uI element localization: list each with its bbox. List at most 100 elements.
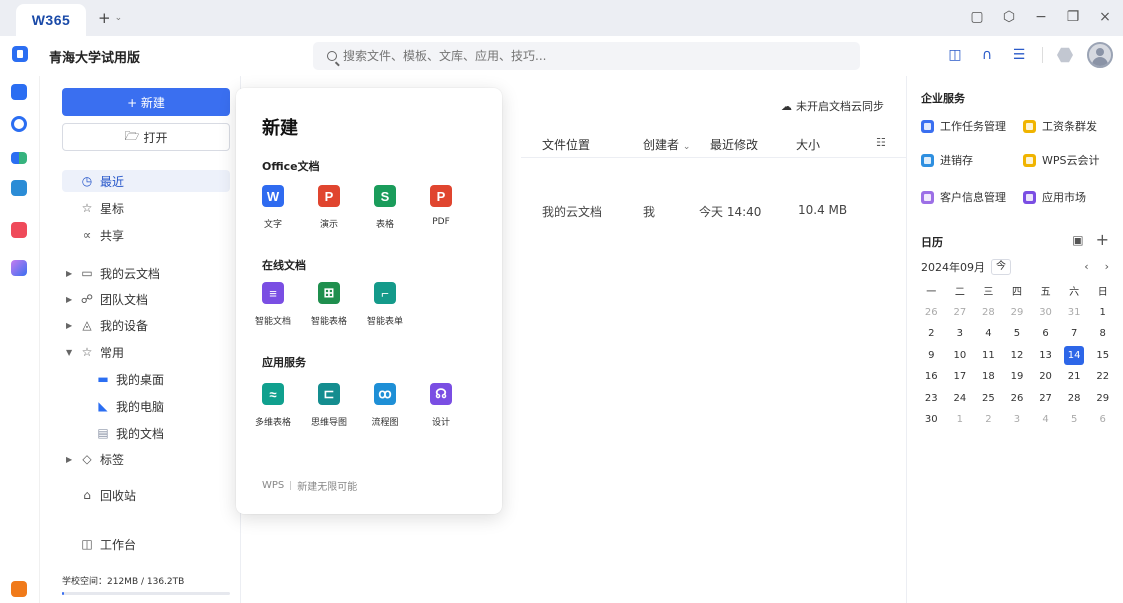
- new-office-app[interactable]: S 表格: [355, 185, 415, 230]
- calendar-day[interactable]: 5: [1060, 409, 1089, 431]
- calendar-day[interactable]: 1: [946, 409, 975, 431]
- calendar-day-today[interactable]: 14: [1060, 345, 1089, 367]
- calendar-day[interactable]: 11: [974, 345, 1003, 367]
- calendar-day[interactable]: 21: [1060, 366, 1089, 388]
- calendar-day[interactable]: 30: [1031, 302, 1060, 324]
- sidebar-item-documents[interactable]: ▤ 我的文档: [62, 422, 230, 444]
- calendar-day[interactable]: 28: [974, 302, 1003, 324]
- calendar-day[interactable]: 1: [1088, 302, 1117, 324]
- calendar-day[interactable]: 12: [1003, 345, 1032, 367]
- column-creator[interactable]: 创建者 ⌄: [643, 136, 690, 153]
- column-settings-icon[interactable]: ☷: [876, 136, 886, 149]
- chevron-right-icon[interactable]: ›: [1105, 260, 1109, 273]
- calendar-day[interactable]: 2: [917, 323, 946, 345]
- calendar-day[interactable]: 26: [1003, 388, 1032, 410]
- calendar-day[interactable]: 17: [946, 366, 975, 388]
- calendar-view-icon[interactable]: ▣: [1072, 233, 1083, 247]
- home-tab[interactable]: W365: [16, 4, 86, 36]
- calendar-day[interactable]: 27: [1031, 388, 1060, 410]
- cube-icon[interactable]: ⬡: [1001, 9, 1017, 25]
- calendar-day[interactable]: 6: [1031, 323, 1060, 345]
- calendar-day[interactable]: 5: [1003, 323, 1032, 345]
- new-office-app[interactable]: P 演示: [299, 185, 359, 230]
- calendar-day[interactable]: 22: [1088, 366, 1117, 388]
- calendar-day[interactable]: 13: [1031, 345, 1060, 367]
- search-input[interactable]: [343, 49, 823, 63]
- calendar-day[interactable]: 30: [917, 409, 946, 431]
- feedback-app-icon[interactable]: [11, 581, 27, 597]
- new-service-app[interactable]: ☊ 设计: [411, 383, 471, 428]
- workspace-name[interactable]: 青海大学试用版: [49, 47, 140, 66]
- calendar-day[interactable]: 8: [1088, 323, 1117, 345]
- add-event-icon[interactable]: +: [1096, 230, 1109, 249]
- new-online-app[interactable]: ⌐ 智能表单: [355, 282, 415, 327]
- caret-down-icon[interactable]: ▼: [66, 348, 74, 357]
- calendar-day[interactable]: 10: [946, 345, 975, 367]
- calendar-day[interactable]: 20: [1031, 366, 1060, 388]
- minimize-icon[interactable]: −: [1033, 9, 1049, 25]
- sidebar-item-recent[interactable]: ◷ 最近: [62, 170, 230, 192]
- new-button[interactable]: + 新建: [62, 88, 230, 116]
- new-office-app[interactable]: W 文字: [243, 185, 303, 230]
- sidebar-item-shared[interactable]: ∝ 共享: [62, 224, 230, 246]
- service-cloud-accounting[interactable]: WPS云会计: [1023, 152, 1100, 168]
- caret-right-icon[interactable]: ▶: [66, 269, 74, 278]
- service-task-management[interactable]: 工作任务管理: [921, 118, 1006, 134]
- sidebar-item-starred[interactable]: ☆ 星标: [62, 197, 230, 219]
- today-button[interactable]: 今: [991, 259, 1011, 275]
- open-button[interactable]: 🗁 打开: [62, 123, 230, 151]
- new-online-app[interactable]: ≡ 智能文档: [243, 282, 303, 327]
- column-location[interactable]: 文件位置: [542, 136, 590, 153]
- calendar-day[interactable]: 9: [917, 345, 946, 367]
- calendar-day[interactable]: 2: [974, 409, 1003, 431]
- calendar-day[interactable]: 15: [1088, 345, 1117, 367]
- sidebar-item-workbench[interactable]: ◫ 工作台: [62, 533, 230, 555]
- calendar-day[interactable]: 29: [1003, 302, 1032, 324]
- layout-icon[interactable]: ◫: [946, 46, 964, 64]
- sync-status[interactable]: ☁ 未开启文档云同步: [781, 98, 884, 114]
- new-office-app[interactable]: P PDF: [411, 185, 471, 227]
- service-app-market[interactable]: 应用市场: [1023, 189, 1086, 205]
- calendar-day[interactable]: 28: [1060, 388, 1089, 410]
- calendar-day[interactable]: 7: [1060, 323, 1089, 345]
- calendar-day[interactable]: 25: [974, 388, 1003, 410]
- calendar-day[interactable]: 6: [1088, 409, 1117, 431]
- calendar-day[interactable]: 3: [1003, 409, 1032, 431]
- sidebar-item-recycle[interactable]: ⌂ 回收站: [62, 484, 230, 506]
- column-size[interactable]: 大小: [796, 136, 820, 153]
- caret-right-icon[interactable]: ▶: [66, 295, 74, 304]
- service-inventory[interactable]: 进销存: [921, 152, 973, 168]
- sidebar-item-tags[interactable]: ▶ ◇ 标签: [62, 448, 230, 470]
- search-box[interactable]: [313, 42, 860, 70]
- compass-app-icon[interactable]: [11, 116, 27, 132]
- calendar-day[interactable]: 23: [917, 388, 946, 410]
- calendar-day[interactable]: 27: [946, 302, 975, 324]
- new-tab-button[interactable]: + ⌄: [98, 9, 122, 27]
- caret-right-icon[interactable]: ▶: [66, 455, 74, 464]
- sidebar-item-computer[interactable]: ◣ 我的电脑: [62, 395, 230, 417]
- apps-grid-icon[interactable]: [11, 260, 27, 276]
- pdf-app-icon[interactable]: [11, 222, 27, 238]
- new-online-app[interactable]: ⊞ 智能表格: [299, 282, 359, 327]
- calendar-day[interactable]: 3: [946, 323, 975, 345]
- calendar-day[interactable]: 19: [1003, 366, 1032, 388]
- restore-icon[interactable]: ▢: [969, 9, 985, 25]
- calendar-day[interactable]: 4: [974, 323, 1003, 345]
- avatar[interactable]: [1087, 42, 1113, 68]
- calendar-day[interactable]: 26: [917, 302, 946, 324]
- headset-icon[interactable]: ∩: [978, 46, 996, 64]
- new-service-app[interactable]: ≈ 多维表格: [243, 383, 303, 428]
- calendar-app-icon[interactable]: [11, 180, 27, 196]
- service-customer-info[interactable]: 客户信息管理: [921, 189, 1006, 205]
- calendar-day[interactable]: 31: [1060, 302, 1089, 324]
- calendar-day[interactable]: 18: [974, 366, 1003, 388]
- service-payslip[interactable]: 工资条群发: [1023, 118, 1097, 134]
- chevron-down-icon[interactable]: ⌄: [115, 13, 123, 23]
- column-modified[interactable]: 最近修改: [710, 136, 758, 153]
- sidebar-item-devices[interactable]: ▶ ◬ 我的设备: [62, 314, 230, 336]
- docs-app-icon[interactable]: [11, 84, 27, 100]
- new-service-app[interactable]: ꝏ 流程图: [355, 383, 415, 428]
- close-icon[interactable]: ×: [1097, 9, 1113, 25]
- sidebar-item-common[interactable]: ▼ ☆ 常用: [62, 341, 230, 363]
- sidebar-item-team-docs[interactable]: ▶ ☍ 团队文档: [62, 288, 230, 310]
